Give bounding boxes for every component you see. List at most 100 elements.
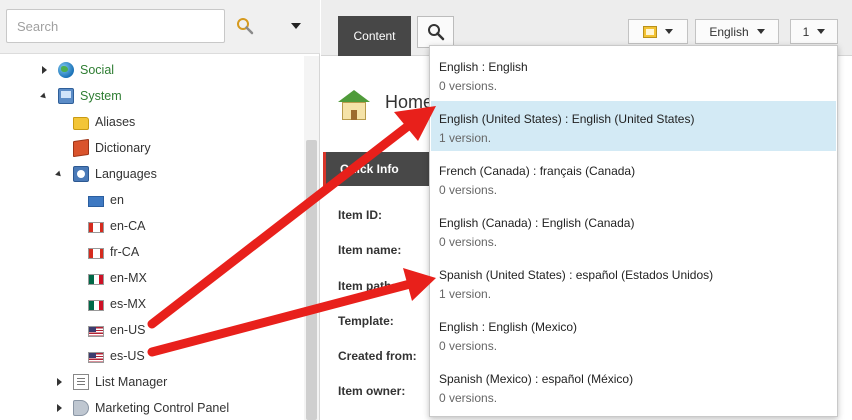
tree-item-label: en <box>110 193 124 207</box>
us-flag-icon <box>88 325 104 337</box>
tree-item-label: Marketing Control Panel <box>95 401 230 415</box>
expand-icon[interactable] <box>53 402 65 414</box>
language-option-versions: 0 versions. <box>439 235 498 249</box>
chevron-down-icon <box>817 29 826 34</box>
expand-icon[interactable] <box>53 376 65 388</box>
language-option-title: Spanish (Mexico) : español (México) <box>439 372 634 386</box>
tree-item-aliases[interactable]: Aliases <box>73 110 135 134</box>
field-created-from: Created from: <box>338 349 417 363</box>
version-selector-label: 1 <box>802 24 810 39</box>
chevron-down-icon <box>291 23 301 29</box>
language-option-title: English : English <box>439 60 528 74</box>
content-tree: Social System Aliases Dictionary Languag… <box>0 56 304 420</box>
content-tree-panel: Social System Aliases Dictionary Languag… <box>0 0 320 420</box>
template-menu-button[interactable] <box>628 19 688 44</box>
tree-item-en[interactable]: en <box>88 188 124 212</box>
language-option-selected[interactable]: English (United States) : English (Unite… <box>431 101 836 151</box>
field-item-path: Item path: <box>338 279 396 293</box>
language-option[interactable]: English (Canada) : English (Canada) 0 ve… <box>431 205 836 255</box>
language-selector-label: English <box>709 24 749 39</box>
tree-item-label: Social <box>80 63 115 77</box>
tree-scrollbar[interactable] <box>304 56 319 420</box>
expand-icon[interactable] <box>38 64 50 76</box>
tree-item-label: System <box>80 89 122 103</box>
language-option-versions: 1 version. <box>439 287 492 301</box>
language-option-title: English (Canada) : English (Canada) <box>439 216 635 230</box>
search-icon <box>237 18 254 35</box>
language-option-versions: 0 versions. <box>439 183 498 197</box>
chevron-down-icon <box>665 29 673 34</box>
tree-item-en-mx[interactable]: en-MX <box>88 266 147 290</box>
tree-item-fr-ca[interactable]: fr-CA <box>88 240 139 264</box>
language-option-title: French (Canada) : français (Canada) <box>439 164 636 178</box>
language-option[interactable]: French (Canada) : français (Canada) 0 ve… <box>431 153 836 203</box>
list-icon <box>73 374 89 390</box>
chevron-down-icon <box>756 29 765 34</box>
field-template: Template: <box>338 314 394 328</box>
field-item-owner: Item owner: <box>338 384 406 398</box>
language-option[interactable]: English : English 0 versions. <box>431 49 836 99</box>
folder-icon <box>73 116 89 130</box>
us-flag-icon <box>88 351 104 363</box>
tree-item-system[interactable]: System <box>38 84 122 108</box>
language-option-title: English : English (Mexico) <box>439 320 578 334</box>
field-item-id: Item ID: <box>338 208 383 222</box>
tree-item-label: fr-CA <box>110 245 140 259</box>
mexico-flag-icon <box>88 299 104 311</box>
tree-options-dropdown[interactable] <box>284 14 308 38</box>
template-icon <box>643 25 657 38</box>
tree-item-label: Dictionary <box>95 141 151 155</box>
version-selector[interactable]: 1 <box>790 19 838 44</box>
item-title: Home <box>385 92 434 112</box>
tree-item-dictionary[interactable]: Dictionary <box>73 136 151 160</box>
collapse-icon[interactable] <box>53 168 65 180</box>
tree-item-label: en-CA <box>110 219 146 233</box>
megaphone-icon <box>73 400 89 416</box>
mexico-flag-icon <box>88 273 104 285</box>
tree-item-label: List Manager <box>95 375 168 389</box>
tab-content[interactable]: Content <box>338 16 411 56</box>
language-option-versions: 1 version. <box>439 131 492 145</box>
search-icon <box>427 24 444 41</box>
tree-item-languages[interactable]: Languages <box>53 162 157 186</box>
canada-flag-icon <box>88 221 104 233</box>
tree-item-es-mx[interactable]: es-MX <box>88 292 146 316</box>
language-option[interactable]: Spanish (Mexico) : español (México) 0 ve… <box>431 361 836 411</box>
canada-flag-icon <box>88 247 104 259</box>
tree-search-button[interactable] <box>230 11 260 41</box>
tree-item-social[interactable]: Social <box>38 58 114 82</box>
tree-item-label: Aliases <box>95 115 136 129</box>
tree-search-bar <box>0 0 320 54</box>
book-icon <box>73 138 89 158</box>
system-icon <box>58 88 74 104</box>
globe-icon <box>58 62 74 78</box>
collapse-icon[interactable] <box>38 90 50 102</box>
languages-icon <box>73 166 89 182</box>
tree-item-en-us[interactable]: en-US <box>88 318 145 342</box>
scrollbar-thumb[interactable] <box>306 140 317 420</box>
tree-item-en-ca[interactable]: en-CA <box>88 214 145 238</box>
language-option-versions: 0 versions. <box>439 391 498 405</box>
tree-item-label: en-US <box>110 323 146 337</box>
language-option-title: Spanish (United States) : español (Estad… <box>439 268 714 282</box>
quick-info-section-header[interactable]: Quick Info <box>323 152 435 186</box>
tree-item-es-us[interactable]: es-US <box>88 344 145 368</box>
field-item-name: Item name: <box>338 243 402 257</box>
language-option[interactable]: English : English (Mexico) 0 versions. <box>431 309 836 359</box>
tree-item-list-manager[interactable]: List Manager <box>53 370 167 394</box>
tree-search-input[interactable] <box>6 9 225 43</box>
tab-search[interactable] <box>417 16 454 48</box>
tree-item-label: en-MX <box>110 271 147 285</box>
home-icon <box>338 90 370 120</box>
tree-item-label: es-MX <box>110 297 147 311</box>
tree-item-label: Languages <box>95 167 157 181</box>
language-option[interactable]: Spanish (United States) : español (Estad… <box>431 257 836 307</box>
language-selector[interactable]: English <box>695 19 779 44</box>
tree-item-label: es-US <box>110 349 145 363</box>
tree-item-marketing-control-panel[interactable]: Marketing Control Panel <box>53 396 229 420</box>
language-option-versions: 0 versions. <box>439 339 498 353</box>
language-dropdown-menu: English : English 0 versions. English (U… <box>429 45 838 417</box>
language-option-versions: 0 versions. <box>439 79 498 93</box>
globe-flag-icon <box>88 195 104 207</box>
language-option-title: English (United States) : English (Unite… <box>439 112 695 126</box>
